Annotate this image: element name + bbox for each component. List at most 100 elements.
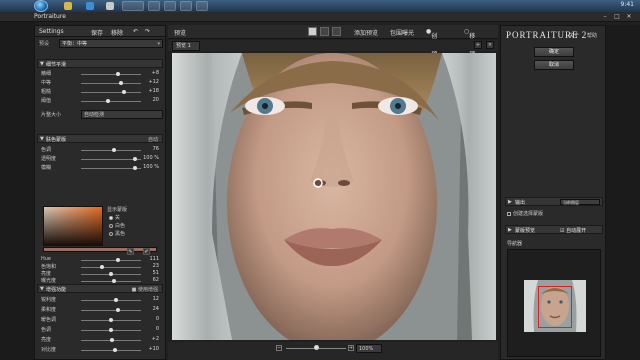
save-preset-button[interactable]: 保存 (91, 28, 103, 37)
navigator-viewport[interactable] (538, 286, 572, 328)
enhance-slider-row: 对比度 +10 (37, 346, 163, 354)
preview-tabbar: 预览 1 + × (168, 40, 498, 51)
start-button[interactable] (34, 0, 48, 12)
delete-preset-button[interactable]: 移除 (111, 28, 123, 37)
browser-icon[interactable] (86, 2, 94, 10)
detail-slider-knob[interactable] (116, 72, 121, 76)
bracket-exposure-button[interactable]: 包围曝光 (390, 28, 414, 37)
dual-view-button[interactable] (332, 27, 341, 36)
enhance-slider-knob[interactable] (113, 298, 118, 302)
detail-smoothing-header[interactable]: ▼ 细节平滑 (37, 59, 163, 68)
close-button[interactable]: ✕ (624, 13, 634, 21)
cancel-button[interactable]: 取消 (534, 60, 574, 70)
skin-slider-knob[interactable] (133, 166, 137, 170)
enhance-slider-track[interactable] (81, 300, 141, 301)
taskbar-app-2[interactable] (164, 1, 176, 11)
skin-slider-row: 模糊 100 % (37, 164, 163, 172)
enhance-slider-row: 柔和度 24 (37, 306, 163, 314)
explorer-icon[interactable] (64, 2, 72, 10)
add-preview-button[interactable]: 添加预览 (354, 28, 378, 37)
navigator-thumbnail[interactable] (524, 280, 586, 332)
use-enhancements-checkbox[interactable]: ■ 使用增强 (132, 286, 158, 293)
radio-black[interactable]: 黑色 (109, 230, 125, 237)
detail-slider-knob[interactable] (122, 90, 127, 94)
maximize-button[interactable]: □ (612, 13, 622, 21)
enhance-slider-knob[interactable] (116, 308, 121, 312)
enhance-slider-knob[interactable] (110, 338, 115, 342)
size-dropdown[interactable]: 自动检测 (81, 110, 163, 119)
detail-slider-track[interactable] (81, 101, 141, 102)
settings-label[interactable]: Settings (39, 28, 64, 35)
preset-dropdown[interactable]: 平衡：中等 ▾ (59, 39, 163, 48)
output-dropdown[interactable]: 当前图层 (560, 199, 600, 205)
detail-slider-track[interactable] (81, 74, 141, 75)
enhance-slider-track[interactable] (81, 350, 141, 351)
skin-mask-header[interactable]: ▼ 肤色蒙版 自动 (37, 134, 163, 143)
enhance-slider-track[interactable] (81, 310, 141, 311)
output-section[interactable]: ▶ 输出 当前图层 (505, 197, 603, 206)
channel-slider-knob[interactable] (112, 279, 116, 283)
channel-slider-knob[interactable] (116, 258, 121, 262)
eyedropper-icon[interactable]: ✎ (127, 248, 134, 255)
navigator-label: 导航器 (507, 241, 523, 247)
detail-slider-knob[interactable] (106, 99, 110, 103)
skin-slider-track[interactable] (81, 159, 141, 160)
create-preview-radio[interactable]: ● 创建预览 (426, 28, 437, 67)
zoom-out-icon[interactable]: − (276, 345, 282, 351)
close-icon[interactable]: × (486, 41, 494, 49)
detail-slider-track[interactable] (81, 83, 141, 84)
split-view-button[interactable] (320, 27, 329, 36)
preview-image[interactable] (172, 53, 496, 340)
mask-preview-section[interactable]: ▶ 蒙版预览 ☑ 自动展开 (505, 225, 603, 234)
enhance-slider-value: 0 (155, 326, 159, 332)
skin-slider-knob[interactable] (112, 148, 116, 152)
tab-preview-1[interactable]: 预览 1 (172, 41, 200, 51)
redo-button[interactable]: ↷ (145, 28, 150, 35)
enhance-slider-knob[interactable] (109, 318, 113, 322)
enhance-slider-label: 对比度 (41, 347, 57, 353)
channel-slider-knob[interactable] (100, 265, 104, 269)
channel-slider-knob[interactable] (109, 272, 113, 276)
skin-slider-track[interactable] (81, 150, 141, 151)
single-view-button[interactable] (308, 27, 317, 36)
enhance-slider-label: 暖色调 (41, 317, 57, 323)
plus-icon[interactable]: + (474, 41, 482, 49)
channel-slider-track[interactable] (81, 260, 141, 261)
media-icon[interactable] (106, 2, 114, 10)
zoom-slider-knob[interactable] (314, 345, 319, 350)
channel-slider-track[interactable] (81, 281, 141, 282)
ok-button[interactable]: 确定 (534, 47, 574, 57)
enhance-slider-row: 锐利度 12 (37, 296, 163, 304)
eyedropper-minus-icon[interactable]: ✐ (143, 248, 150, 255)
tab-label: 预览 1 (176, 43, 191, 49)
skin-slider-track[interactable] (81, 168, 141, 169)
skin-slider-knob[interactable] (133, 157, 137, 161)
taskbar-app-photoshop[interactable] (122, 1, 144, 11)
zoom-bar: − + 100% (168, 342, 498, 360)
remove-preview-radio[interactable]: ○ 移除预览 (464, 28, 475, 67)
enhancements-header[interactable]: ▼ 增强功能 ■ 使用增强 (37, 284, 163, 293)
auto-expand-checkbox[interactable]: ☑ 自动展开 (560, 227, 586, 234)
taskbar-app-1[interactable] (148, 1, 160, 11)
taskbar-app-3[interactable] (180, 1, 192, 11)
minimize-button[interactable]: – (600, 13, 610, 21)
detail-slider-knob[interactable] (118, 81, 123, 85)
enhance-slider-knob[interactable] (109, 328, 113, 332)
detail-slider-track[interactable] (81, 92, 141, 93)
channel-slider-track[interactable] (81, 267, 141, 268)
skin-color-picker[interactable] (43, 206, 103, 246)
radio-off[interactable]: 关 (109, 214, 120, 221)
radio-white[interactable]: 白色 (109, 222, 125, 229)
zoom-in-icon[interactable]: + (348, 345, 354, 351)
taskbar-app-4[interactable] (196, 1, 208, 11)
radio-dot-icon (109, 223, 113, 228)
help-menu[interactable]: 帮助 (587, 32, 597, 39)
about-menu[interactable]: 关于 (569, 32, 579, 39)
enhance-slider-knob[interactable] (112, 348, 117, 352)
hue-range-strip[interactable] (43, 247, 157, 252)
navigator[interactable] (507, 249, 601, 357)
undo-button[interactable]: ↶ (133, 28, 138, 35)
skin-mask-mode[interactable]: 自动 (148, 136, 158, 143)
create-mask-checkbox[interactable]: 创建选择蒙版 (507, 210, 543, 217)
zoom-dropdown[interactable]: 100% (356, 344, 382, 353)
